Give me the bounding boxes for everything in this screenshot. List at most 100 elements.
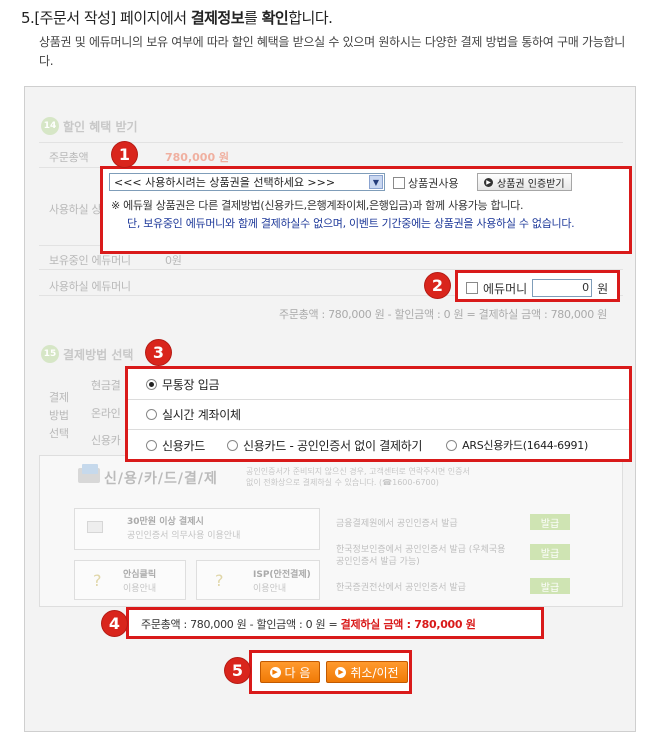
voucher-select[interactable]: <<< 사용하시려는 상품권을 선택하세요 >>> ▼ [109, 173, 385, 191]
radio-bank-deposit[interactable] [146, 379, 157, 390]
edumoney-label: 에듀머니 [483, 281, 528, 296]
card-icon [87, 521, 103, 533]
summary-order-total: 주문총액 : 780,000 원 [141, 618, 247, 631]
summary-final-amount: 결제하실 금액 : 780,000 원 [340, 618, 476, 631]
voucher-note-1: ※ 에듀월 상품권은 다른 결제방법(신용카드,은행계좌이체,은행입금)과 함께… [111, 199, 524, 212]
step-title-suffix: 합니다. [288, 9, 333, 27]
arrow-right-icon: ▶ [335, 666, 347, 678]
isp-box[interactable]: ? ISP(안전결제) 이용안내 [196, 560, 320, 600]
arrow-right-icon: ▶ [484, 177, 493, 187]
voucher-auth-button[interactable]: ▶ 상품권 인증받기 [477, 173, 572, 191]
issue-button-2[interactable]: 발급 [530, 544, 570, 560]
payment-side-label-1: 결제 [49, 391, 69, 404]
card-payment-banner: 신/용/카/드/결/제 공인인증서가 준비되지 않으신 경우, 고객센터로 연락… [39, 455, 623, 607]
payment-method-callout: 무통장 입금 실시간 계좌이체 신용카드 신용카드 - 공인인증서 없이 결제하… [125, 366, 632, 462]
payment-option-realtime-transfer[interactable]: 실시간 계좌이체 [128, 400, 629, 430]
payment-side-label-3: 선택 [49, 427, 69, 440]
order-total-value: 780,000 원 [165, 151, 230, 164]
radio-card-no-cert[interactable] [226, 439, 238, 451]
cancel-button-label: 취소/이전 [350, 665, 399, 680]
payment-side-label-2: 방법 [49, 409, 69, 422]
voucher-use-checkbox[interactable] [393, 177, 405, 189]
ghost-card-label: 신용카 [91, 434, 121, 447]
action-buttons-callout: ▶ 다 음 ▶ 취소/이전 [249, 650, 412, 694]
edumoney-checkbox[interactable] [466, 282, 478, 294]
safe-click-title: 안심클릭 [123, 570, 157, 580]
realtime-transfer-label: 실시간 계좌이체 [162, 408, 241, 422]
edumoney-input[interactable]: 0 [532, 279, 593, 297]
step-number: 5. [21, 9, 35, 27]
section-15-icon: 15 [41, 345, 59, 363]
question-icon: ? [215, 571, 224, 590]
card-banner-desc: 공인인증서가 준비되지 않으신 경우, 고객센터로 연락주시면 인증서 없이 전… [246, 467, 470, 487]
callout-badge-5: 5 [225, 658, 250, 683]
payment-section-label: 결제방법 선택 [63, 347, 134, 362]
safe-click-box[interactable]: ? 안심클릭 이용안내 [74, 560, 186, 600]
voucher-select-value: <<< 사용하시려는 상품권을 선택하세요 >>> [114, 176, 336, 189]
payment-option-credit-card[interactable]: 신용카드 [146, 437, 205, 454]
payment-option-bank-deposit[interactable]: 무통장 입금 [128, 370, 629, 400]
owned-edumoney-label: 보유중인 에듀머니 [49, 254, 131, 267]
step-title-prefix: [주문서 작성] 페이지에서 [34, 9, 191, 27]
discount-section-title: 14 할인 혜택 받기 [41, 117, 138, 135]
next-button[interactable]: ▶ 다 음 [260, 661, 320, 683]
over-300-title: 30만원 이상 결제시 [127, 517, 204, 527]
issue-button-3[interactable]: 발급 [530, 578, 570, 594]
safe-click-sub: 이용안내 [123, 584, 157, 594]
step-title: 5.[주문서 작성] 페이지에서 결제정보를 확인합니다. [21, 7, 333, 28]
callout-badge-2: 2 [425, 273, 450, 298]
chevron-down-icon[interactable]: ▼ [369, 175, 383, 189]
card-wallet-icon [76, 462, 104, 486]
payment-section-title: 15 결제방법 선택 [41, 345, 133, 363]
callout-badge-1: 1 [112, 142, 137, 167]
card-no-cert-label: 신용카드 - 공인인증서 없이 결제하기 [242, 438, 423, 453]
bank-deposit-label: 무통장 입금 [162, 378, 220, 392]
payment-option-ars-card[interactable]: ARS신용카드(1644-6991) [446, 437, 588, 453]
edumoney-callout: 에듀머니 0 원 [455, 270, 620, 302]
isp-title: ISP(안전결제) [253, 570, 311, 580]
step-title-bold-1: 결제정보 [190, 9, 245, 27]
over-300-sub: 공인인증서 의무사용 이용안내 [127, 531, 241, 541]
payment-option-card-row: 신용카드 신용카드 - 공인인증서 없이 결제하기 ARS신용카드(1644-6… [128, 430, 629, 460]
arrow-right-icon: ▶ [269, 666, 281, 678]
cert-line-2: 한국정보인증에서 공인인증서 발급 (우체국용 공인인증서 발급 가능) [336, 545, 506, 567]
voucher-use-label: 상품권사용 [408, 177, 459, 190]
discount-summary-faded: 주문총액 : 780,000 원 - 할인금액 : 0 원 = 결제하실 금액 … [279, 308, 607, 321]
voucher-auth-label: 상품권 인증받기 [497, 178, 565, 190]
next-button-label: 다 음 [284, 665, 311, 680]
voucher-use-checkbox-group[interactable]: 상품권사용 [393, 175, 459, 191]
cancel-button[interactable]: ▶ 취소/이전 [326, 661, 408, 683]
ghost-cash-label: 현금결 [91, 379, 121, 392]
order-total-label: 주문총액 [49, 151, 89, 164]
radio-ars-card[interactable] [446, 439, 458, 451]
step-description: 상품권 및 에듀머니의 보유 여부에 따라 할인 혜택을 받으실 수 있으며 원… [39, 35, 626, 68]
payment-option-card-no-cert[interactable]: 신용카드 - 공인인증서 없이 결제하기 [226, 437, 423, 454]
callout-badge-3: 3 [146, 340, 171, 365]
discount-section-label: 할인 혜택 받기 [63, 119, 138, 134]
section-14-icon: 14 [41, 117, 59, 135]
payment-summary: 주문총액 : 780,000 원 - 할인금액 : 0 원 = 결제하실 금액 … [141, 616, 476, 632]
radio-realtime-transfer[interactable] [146, 409, 157, 420]
voucher-callout: <<< 사용하시려는 상품권을 선택하세요 >>> ▼ 상품권사용 ▶ 상품권 … [100, 166, 632, 254]
callout-badge-4: 4 [102, 611, 127, 636]
isp-sub: 이용안내 [253, 584, 287, 594]
step-title-bold-2: 확인 [261, 9, 289, 27]
edumoney-group: 에듀머니 0 원 [466, 279, 608, 297]
use-edumoney-label: 사용하실 에듀머니 [49, 280, 131, 293]
voucher-note-2: 단, 보유중인 에듀머니와 함께 결제하실수 없으며, 이벤트 기간중에는 상품… [127, 217, 575, 230]
payment-summary-callout: 주문총액 : 780,000 원 - 할인금액 : 0 원 = 결제하실 금액 … [126, 607, 544, 639]
radio-credit-card[interactable] [146, 439, 157, 451]
ars-card-label: ARS신용카드(1644-6991) [462, 439, 588, 452]
issue-button-1[interactable]: 발급 [530, 514, 570, 530]
cert-line-3: 한국증권전산에서 공인인증서 발급 [336, 583, 466, 593]
card-banner-title: 신/용/카/드/결/제 [104, 471, 218, 487]
over-300-box: 30만원 이상 결제시 공인인증서 의무사용 이용안내 [74, 508, 320, 550]
ghost-online-label: 온라인 [91, 407, 121, 420]
edumoney-unit: 원 [597, 281, 609, 296]
step-title-middle: 를 [244, 9, 262, 27]
credit-card-label: 신용카드 [162, 438, 205, 453]
summary-discount: - 할인금액 : 0 원 = [246, 618, 341, 631]
owned-edumoney-value: 0원 [165, 254, 182, 267]
question-icon: ? [93, 571, 102, 590]
cert-line-1: 금융결제원에서 공인인증서 발급 [336, 519, 458, 529]
